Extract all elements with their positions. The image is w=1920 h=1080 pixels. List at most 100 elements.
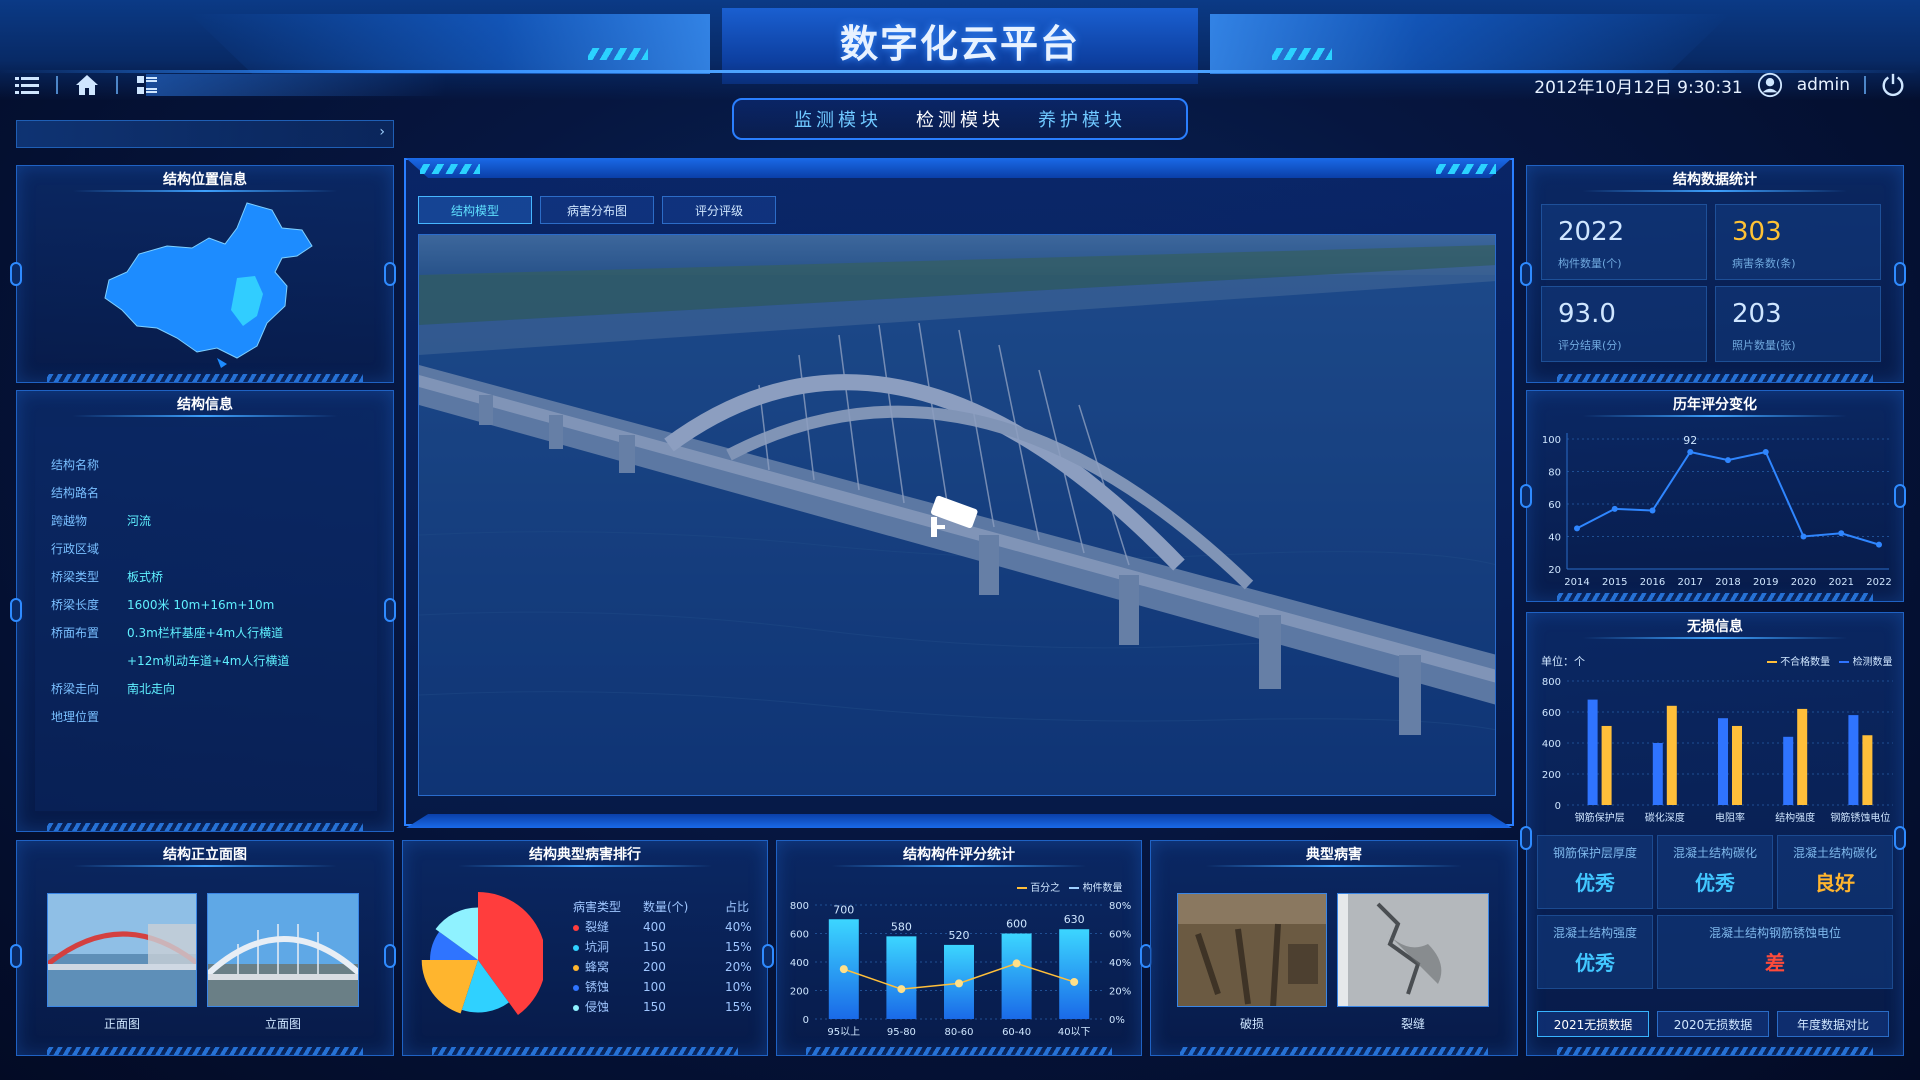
percent-point (897, 985, 906, 994)
disease-pie-chart[interactable] (413, 885, 543, 1035)
grade-label: 混凝土结构钢筋锈蚀电位 (1708, 926, 1841, 940)
breadcrumb-bar[interactable]: › (16, 120, 394, 148)
info-val: +12m机动车道+4m人行横道 (127, 654, 290, 668)
info-row: 桥梁长度 1600米 10m+16m+10m (51, 591, 391, 619)
grade-value: 差 (1765, 951, 1785, 975)
data-label: 630 (1064, 913, 1085, 926)
bar (1783, 736, 1794, 805)
legend-dot (573, 924, 579, 931)
data-label: 700 (833, 903, 854, 916)
bar (1862, 735, 1873, 805)
side-knob (1894, 826, 1906, 850)
data-point (1725, 457, 1731, 464)
tab-rating[interactable]: 评分评级 (662, 196, 776, 224)
x-tick-label: 2015 (1602, 577, 1627, 588)
table-row: 坑洞 150 15% (573, 937, 765, 957)
bar (1652, 743, 1663, 805)
tab-monitoring[interactable]: 监测模块 (794, 106, 882, 132)
structure-model-viewport[interactable] (418, 234, 1496, 796)
stage-top-decoration (406, 158, 1512, 178)
bar (1601, 725, 1612, 805)
side-knob (384, 262, 396, 286)
home-icon[interactable] (74, 72, 100, 98)
component-score-panel: 结构构件评分统计 百分之 构件数量 800 80% 600 60% 400 40% 200 2… (776, 840, 1142, 1056)
score-trend-panel: 历年评分变化 100 80 60 40 20 2014 2015 2016 2017 2018 20… (1526, 390, 1904, 602)
x-tick-label: 2017 (1678, 577, 1703, 588)
title-wing-right (1210, 14, 1730, 74)
username[interactable]: admin (1797, 75, 1850, 95)
china-map[interactable] (97, 198, 337, 368)
x-tick-label: 95-80 (887, 1027, 916, 1038)
info-row: 结构路名 (51, 479, 391, 507)
user-icon[interactable] (1757, 72, 1783, 98)
grid-list-icon[interactable] (134, 72, 160, 98)
panel-title: 结构典型病害排行 (403, 841, 767, 869)
toolbar-separator (116, 76, 118, 94)
bar (1718, 718, 1728, 805)
damage-image (1178, 894, 1326, 1006)
panel-title: 结构正立面图 (17, 841, 393, 869)
stage-tabs: 结构模型 病害分布图 评分评级 (418, 196, 776, 224)
component-bar-chart[interactable]: 800 80% 600 60% 400 40% 200 20% 0 0% 700 95以上 580 95-… (777, 893, 1143, 1049)
info-row: +12m机动车道+4m人行横道 (51, 647, 391, 675)
x-tick-label: 2014 (1564, 577, 1589, 588)
side-knob (1894, 262, 1906, 286)
y2-tick-label: 60% (1109, 930, 1131, 941)
ndt-info-panel: 无损信息 单位：个 不合格数量 检测数量 800 600 400 200 0 钢筋保护层碳… (1526, 612, 1904, 1056)
crack-photo[interactable] (1337, 893, 1489, 1007)
btn-2021-ndt[interactable]: 2021无损数据 (1537, 1011, 1649, 1037)
chevron-right-icon[interactable]: › (379, 124, 385, 140)
side-view-photo[interactable] (207, 893, 359, 1007)
btn-year-compare[interactable]: 年度数据对比 (1777, 1011, 1889, 1037)
panel-title: 典型病害 (1151, 841, 1517, 869)
disease-count: 400 (643, 920, 666, 934)
tab-structure-model[interactable]: 结构模型 (418, 196, 532, 224)
grade-tile: 钢筋保护层厚度 优秀 (1537, 835, 1653, 909)
location-panel: 结构位置信息 (16, 165, 394, 383)
legend-swatch (1069, 887, 1080, 889)
x-tick-label: 钢筋锈蚀电位 (1830, 811, 1890, 824)
side-knob (1520, 262, 1532, 286)
tab-disease-distribution[interactable]: 病害分布图 (540, 196, 654, 224)
tab-inspection[interactable]: 检测模块 (916, 106, 1004, 132)
side-knob (384, 944, 396, 968)
menu-icon[interactable] (14, 72, 40, 98)
side-knob (10, 262, 22, 286)
page-title: 数字化云平台 (839, 22, 1080, 66)
btn-2020-ndt[interactable]: 2020无损数据 (1657, 1011, 1769, 1037)
tab-maintenance[interactable]: 养护模块 (1038, 106, 1126, 132)
stat-value: 93.0 (1558, 299, 1616, 329)
y2-tick-label: 80% (1109, 901, 1131, 912)
x-tick-label: 95以上 (827, 1026, 860, 1038)
disease-name: 锈蚀 (585, 980, 610, 994)
y-tick-label: 400 (1542, 739, 1561, 750)
bar (1587, 699, 1598, 805)
info-val: 南北走向 (127, 682, 176, 696)
panel-footer-decoration (806, 1047, 1112, 1055)
x-tick-label: 结构强度 (1775, 811, 1815, 824)
power-icon[interactable] (1880, 72, 1906, 98)
percent-point (1012, 959, 1021, 968)
panel-title: 结构位置信息 (17, 166, 393, 194)
info-val: 河流 (127, 514, 152, 528)
disease-count: 100 (643, 980, 666, 994)
bar (1797, 708, 1808, 805)
disease-ratio: 20% (725, 960, 752, 974)
panel-footer-decoration (432, 1047, 738, 1055)
stage-bottom-decoration (406, 814, 1512, 828)
y-tick-label: 800 (790, 901, 809, 912)
header-left-bar (146, 74, 446, 96)
ndt-bar-chart[interactable]: 800 600 400 200 0 钢筋保护层 碳化深度 电阻率 结构强度 钢筋锈蚀电位 (1527, 667, 1905, 827)
y-tick-label: 400 (790, 958, 809, 969)
y-tick-label: 60 (1548, 500, 1561, 511)
y2-tick-label: 40% (1109, 958, 1131, 969)
front-view-photo[interactable] (47, 893, 197, 1007)
table-row: 蜂窝 200 20% (573, 957, 765, 977)
side-knob (762, 944, 774, 968)
crack-image (1338, 894, 1488, 1006)
x-tick-label: 2020 (1791, 577, 1816, 588)
score-trend-chart[interactable]: 100 80 60 40 202014 2015 2016 2017 2018 2019 2020 2… (1527, 419, 1905, 595)
damage-photo[interactable] (1177, 893, 1327, 1007)
legend-dot (573, 984, 579, 991)
data-label: 92 (1683, 434, 1697, 447)
